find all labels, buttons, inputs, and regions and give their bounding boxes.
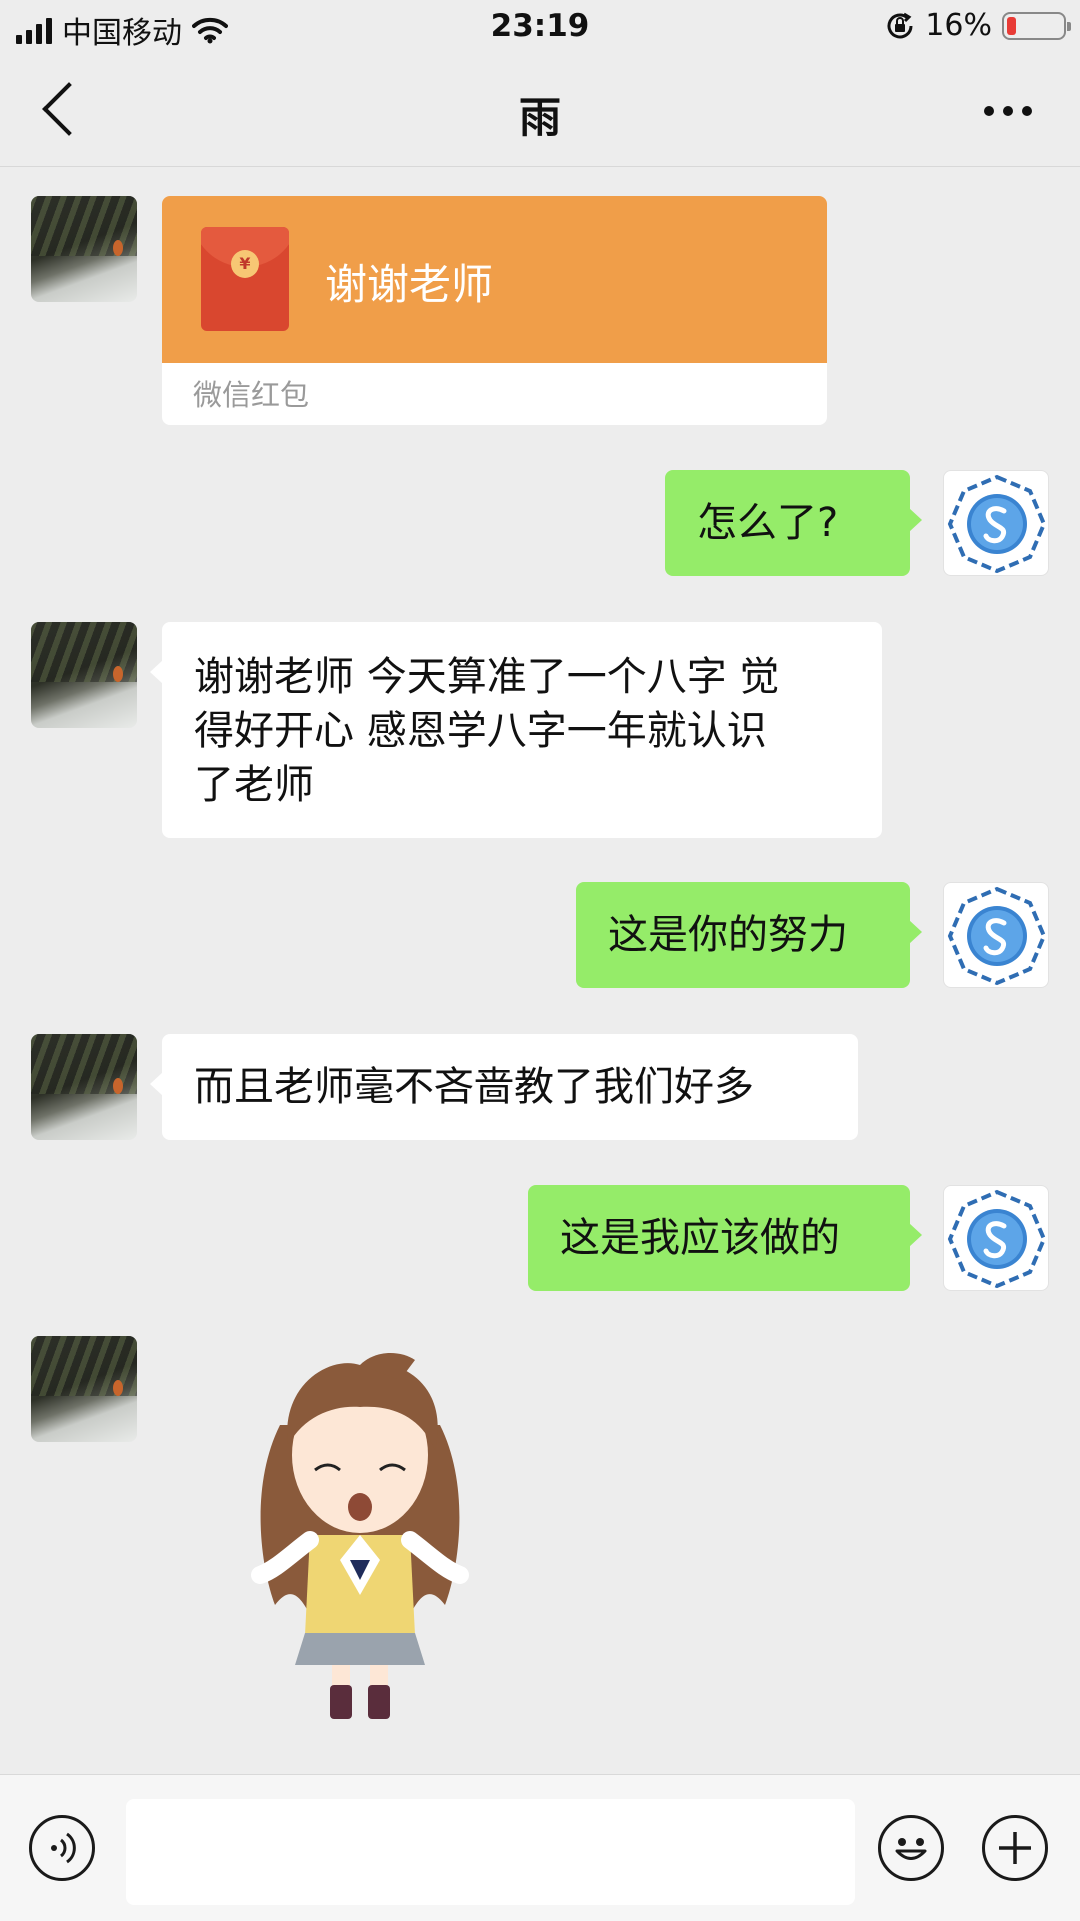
battery-icon — [1002, 11, 1071, 40]
more-dots-icon[interactable] — [984, 106, 1032, 116]
chat-title: 雨 — [518, 93, 561, 142]
self-avatar[interactable] — [943, 1185, 1049, 1291]
message-text: 怎么了? — [697, 500, 839, 546]
emoji-icon[interactable] — [878, 1815, 944, 1881]
red-packet-label: 微信红包 — [193, 378, 310, 412]
message-bubble-self[interactable]: 这是我应该做的 — [528, 1185, 922, 1291]
message-text-line: 了老师 — [194, 762, 314, 808]
plus-icon[interactable] — [982, 1815, 1048, 1881]
message-text-line: 得好开心 感恩学八字一年就认识 — [194, 708, 767, 754]
red-packet-greeting: 谢谢老师 — [325, 260, 494, 309]
contact-avatar[interactable] — [31, 1336, 137, 1442]
input-bar — [0, 1774, 1080, 1921]
voice-icon[interactable] — [29, 1815, 95, 1881]
self-avatar[interactable] — [943, 470, 1049, 576]
message-bubble-self[interactable]: 这是你的努力 — [576, 882, 922, 988]
message-input[interactable] — [126, 1799, 855, 1905]
message-bubble-other[interactable]: 谢谢老师 今天算准了一个八字 觉 得好开心 感恩学八字一年就认识 了老师 — [150, 622, 882, 838]
message-text: 这是我应该做的 — [560, 1215, 840, 1261]
self-avatar[interactable] — [943, 882, 1049, 988]
red-packet-message[interactable]: ¥ 谢谢老师 微信红包 — [162, 196, 827, 425]
orientation-lock-icon — [887, 12, 913, 38]
girl-sticker[interactable] — [240, 1345, 480, 1725]
battery-fill — [1007, 16, 1016, 35]
message-bubble-other[interactable]: 而且老师毫不吝啬教了我们好多 — [150, 1034, 858, 1140]
message-text-line: 谢谢老师 今天算准了一个八字 觉 — [194, 654, 780, 700]
contact-avatar[interactable] — [31, 1034, 137, 1140]
red-envelope-icon: ¥ — [201, 227, 289, 331]
contact-avatar[interactable] — [31, 196, 137, 302]
chat-header: 雨 — [0, 56, 1080, 167]
contact-avatar[interactable] — [31, 622, 137, 728]
taiji-logo-icon — [947, 474, 1047, 574]
battery-percent: 16% — [925, 8, 992, 43]
taiji-logo-icon — [947, 1189, 1047, 1289]
message-bubble-self[interactable]: 怎么了? — [665, 470, 922, 576]
message-text: 这是你的努力 — [608, 912, 848, 958]
status-bar: 中国移动 23:19 16% — [0, 0, 1080, 56]
status-right: 16% — [885, 8, 1071, 43]
message-text: 而且老师毫不吝啬教了我们好多 — [194, 1064, 754, 1110]
taiji-logo-icon — [947, 886, 1047, 986]
